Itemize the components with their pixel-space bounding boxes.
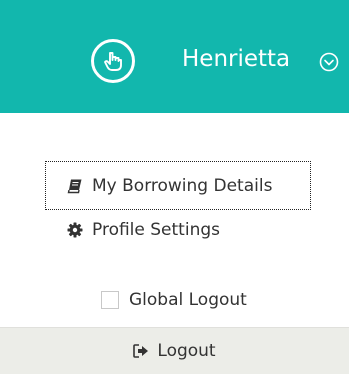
user-name[interactable]: Henrietta bbox=[182, 44, 290, 74]
chevron-down-circle-icon[interactable] bbox=[319, 52, 339, 72]
user-header: Henrietta bbox=[0, 0, 349, 113]
gear-icon bbox=[66, 221, 84, 239]
logout-label: Logout bbox=[157, 341, 216, 361]
global-logout-checkbox[interactable] bbox=[101, 291, 119, 309]
pointing-hand-icon bbox=[104, 52, 122, 71]
menu-item-label: My Borrowing Details bbox=[92, 175, 273, 196]
global-logout-option: Global Logout bbox=[101, 290, 247, 310]
sign-out-icon bbox=[133, 343, 149, 359]
avatar[interactable] bbox=[91, 39, 135, 83]
menu-item-label: Profile Settings bbox=[92, 220, 220, 240]
global-logout-label[interactable]: Global Logout bbox=[129, 290, 247, 310]
logout-button[interactable]: Logout bbox=[0, 327, 349, 374]
menu-item-profile-settings[interactable]: Profile Settings bbox=[66, 216, 220, 244]
user-menu-panel: Henrietta My Borrowing Details Profile S… bbox=[0, 0, 349, 378]
book-icon bbox=[66, 177, 84, 195]
menu-item-borrowing-details[interactable]: My Borrowing Details bbox=[45, 161, 311, 210]
